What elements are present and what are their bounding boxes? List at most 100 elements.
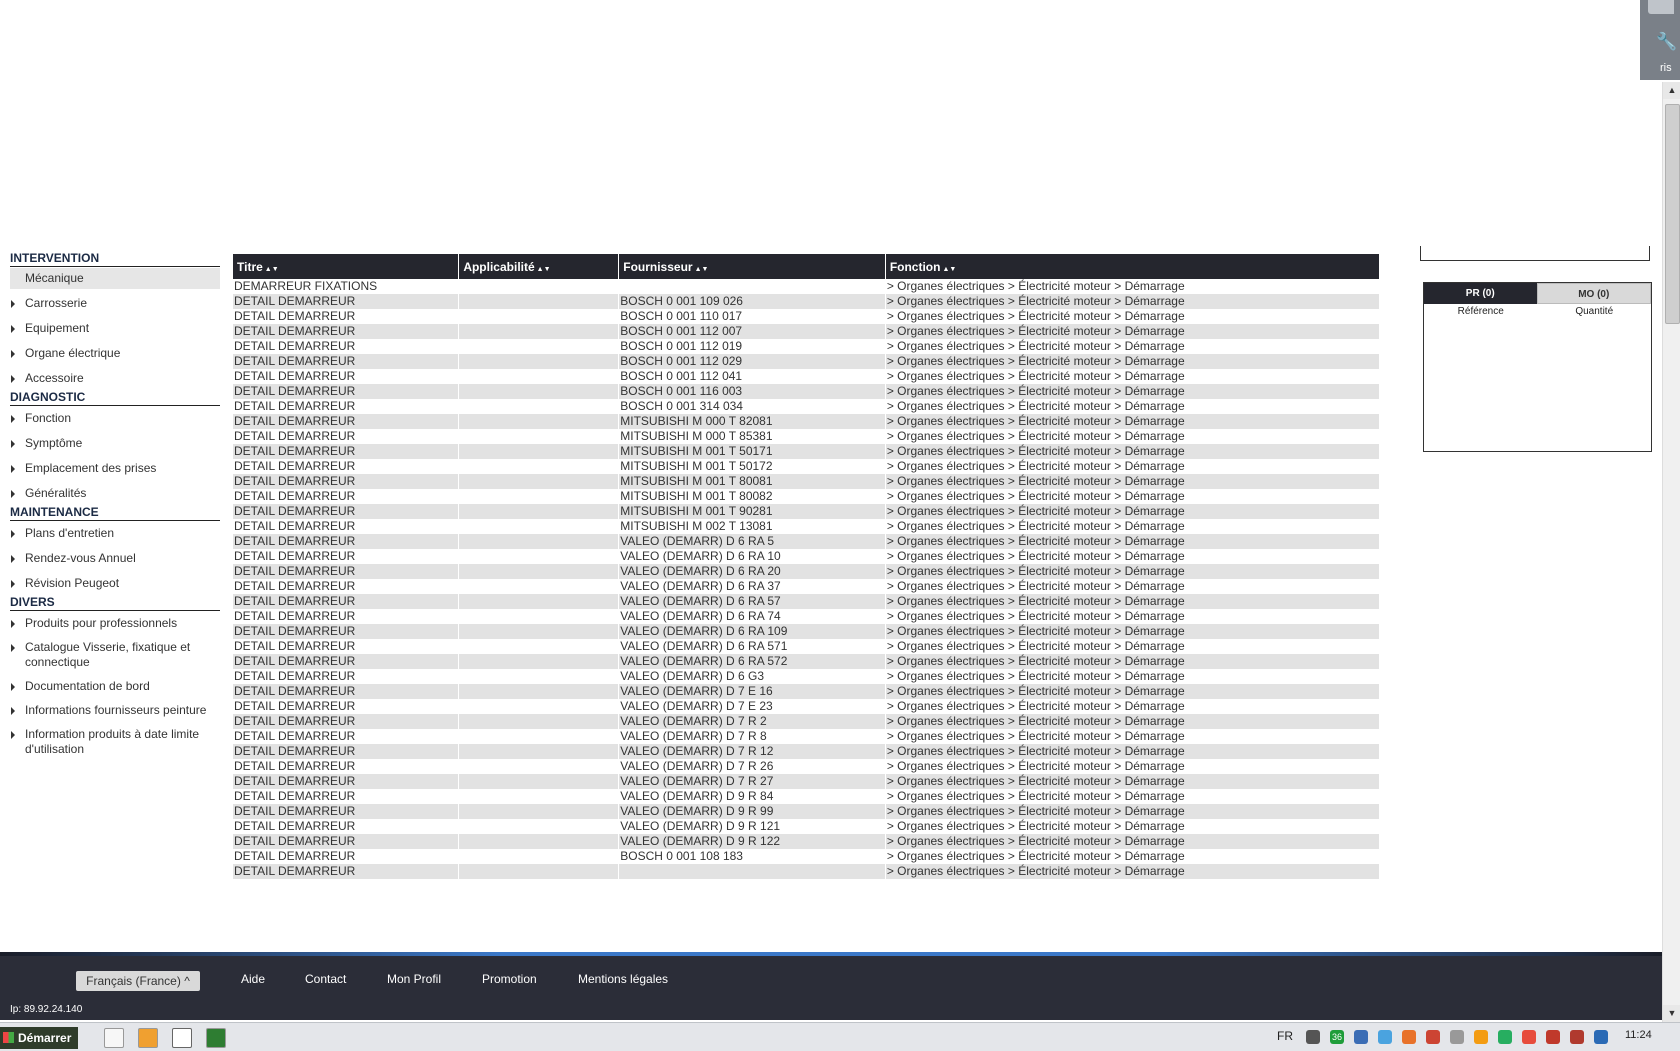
table-row[interactable]: DETAIL DEMARREUR BOSCH 0 001 112 019 > Org… bbox=[233, 339, 1381, 354]
table-row[interactable]: DETAIL DEMARREUR MITSUBISHI M 001 T 80082… bbox=[233, 489, 1381, 504]
table-row[interactable]: DEMARREUR FIXATIONS > Organes électriques… bbox=[233, 279, 1381, 294]
table-row[interactable]: DETAIL DEMARREUR VALEO (DEMARR) D 7 E 16 >… bbox=[233, 684, 1381, 699]
page-scrollbar[interactable]: ▲ ▼ bbox=[1662, 82, 1680, 1022]
browser-side-toolbar: 🔧 ris bbox=[1640, 0, 1680, 80]
table-row[interactable]: DETAIL DEMARREUR VALEO (DEMARR) D 6 RA 57… bbox=[233, 654, 1381, 669]
network-icon[interactable] bbox=[1354, 1030, 1368, 1044]
tray-language[interactable]: FR bbox=[1277, 1029, 1293, 1043]
table-row[interactable]: DETAIL DEMARREUR BOSCH 0 001 108 183 > Org… bbox=[233, 849, 1381, 864]
sidebar-item-equipement[interactable]: Equipement bbox=[10, 321, 220, 336]
footer-link-contact[interactable]: Contact bbox=[305, 972, 346, 986]
table-row[interactable]: DETAIL DEMARREUR BOSCH 0 001 112 007 > Org… bbox=[233, 324, 1381, 339]
footer-link-promotion[interactable]: Promotion bbox=[482, 972, 537, 986]
start-button[interactable]: Démarrer bbox=[0, 1027, 78, 1049]
table-row[interactable]: DETAIL DEMARREUR VALEO (DEMARR) D 6 RA 74… bbox=[233, 609, 1381, 624]
column-header-fournisseur[interactable]: Fournisseur ▲▼ bbox=[618, 254, 886, 279]
table-row[interactable]: DETAIL DEMARREUR VALEO (DEMARR) D 6 RA 37… bbox=[233, 579, 1381, 594]
sidebar-item-catalogue-visserie[interactable]: Catalogue Visserie, fixatique et connect… bbox=[10, 640, 220, 670]
tab-mo[interactable]: MO (0) bbox=[1536, 283, 1651, 304]
scroll-thumb[interactable] bbox=[1665, 104, 1680, 324]
table-row[interactable]: DETAIL DEMARREUR VALEO (DEMARR) D 7 R 12 >… bbox=[233, 744, 1381, 759]
table-row[interactable]: DETAIL DEMARREUR VALEO (DEMARR) D 9 R 122… bbox=[233, 834, 1381, 849]
window-control[interactable] bbox=[1648, 0, 1674, 14]
flash-icon[interactable] bbox=[1570, 1030, 1584, 1044]
sidebar-item-plans-entretien[interactable]: Plans d'entretien bbox=[10, 526, 220, 541]
shield-icon[interactable] bbox=[1498, 1030, 1512, 1044]
explorer-icon[interactable] bbox=[104, 1028, 124, 1048]
table-row[interactable]: DETAIL DEMARREUR VALEO (DEMARR) D 6 G3 > O… bbox=[233, 669, 1381, 684]
table-row[interactable]: DETAIL DEMARREUR MITSUBISHI M 001 T 90281… bbox=[233, 504, 1381, 519]
media-player-icon[interactable] bbox=[138, 1028, 158, 1048]
sort-arrows-icon[interactable]: ▲▼ bbox=[695, 266, 709, 273]
sidebar-item-revision-peugeot[interactable]: Révision Peugeot bbox=[10, 576, 220, 591]
pdf-icon[interactable] bbox=[1546, 1030, 1560, 1044]
table-row[interactable]: DETAIL DEMARREUR VALEO (DEMARR) D 7 E 23 >… bbox=[233, 699, 1381, 714]
sidebar-item-generalites[interactable]: Généralités bbox=[10, 486, 220, 501]
table-row[interactable]: DETAIL DEMARREUR MITSUBISHI M 001 T 50171… bbox=[233, 444, 1381, 459]
sidebar-item-emplacement-prises[interactable]: Emplacement des prises bbox=[10, 461, 220, 476]
table-row[interactable]: DETAIL DEMARREUR BOSCH 0 001 112 029 > Org… bbox=[233, 354, 1381, 369]
table-row[interactable]: DETAIL DEMARREUR VALEO (DEMARR) D 7 R 8 > … bbox=[233, 729, 1381, 744]
sidebar-item-produits-professionnels[interactable]: Produits pour professionnels bbox=[10, 616, 220, 631]
column-header-titre[interactable]: Titre ▲▼ bbox=[233, 254, 460, 279]
table-row[interactable]: DETAIL DEMARREUR VALEO (DEMARR) D 6 RA 20… bbox=[233, 564, 1381, 579]
table-row[interactable]: DETAIL DEMARREUR MITSUBISHI M 000 T 85381… bbox=[233, 429, 1381, 444]
chrome-icon[interactable] bbox=[172, 1028, 192, 1048]
sidebar-item-accessoire[interactable]: Accessoire bbox=[10, 371, 220, 386]
excel-icon[interactable] bbox=[206, 1028, 226, 1048]
power-icon[interactable] bbox=[1594, 1030, 1608, 1044]
sync-icon[interactable] bbox=[1378, 1030, 1392, 1044]
cell-fournisseur bbox=[618, 279, 886, 294]
footer-link-aide[interactable]: Aide bbox=[241, 972, 265, 986]
volume-icon[interactable] bbox=[1306, 1030, 1320, 1044]
table-row[interactable]: DETAIL DEMARREUR VALEO (DEMARR) D 6 RA 5 >… bbox=[233, 534, 1381, 549]
table-row[interactable]: DETAIL DEMARREUR MITSUBISHI M 001 T 50172… bbox=[233, 459, 1381, 474]
scroll-down-arrow-icon[interactable]: ▼ bbox=[1663, 1005, 1680, 1022]
sidebar-item-rendez-vous-annuel[interactable]: Rendez-vous Annuel bbox=[10, 551, 220, 566]
table-row[interactable]: DETAIL DEMARREUR VALEO (DEMARR) D 7 R 2 > … bbox=[233, 714, 1381, 729]
update-icon[interactable] bbox=[1474, 1030, 1488, 1044]
table-row[interactable]: DETAIL DEMARREUR BOSCH 0 001 109 026 > Org… bbox=[233, 294, 1381, 309]
sort-arrows-icon[interactable]: ▲▼ bbox=[537, 266, 551, 273]
tray-badge-icon[interactable]: 36 bbox=[1330, 1030, 1344, 1044]
table-row[interactable]: DETAIL DEMARREUR BOSCH 0 001 116 003 > Org… bbox=[233, 384, 1381, 399]
scroll-up-arrow-icon[interactable]: ▲ bbox=[1663, 82, 1680, 99]
footer-link-mon-profil[interactable]: Mon Profil bbox=[387, 972, 441, 986]
sort-arrows-icon[interactable]: ▲▼ bbox=[265, 266, 279, 273]
table-row[interactable]: DETAIL DEMARREUR BOSCH 0 001 314 034 > Org… bbox=[233, 399, 1381, 414]
sidebar-item-organe-electrique[interactable]: Organe électrique bbox=[10, 346, 220, 361]
speaker-icon[interactable] bbox=[1450, 1030, 1464, 1044]
table-row[interactable]: DETAIL DEMARREUR BOSCH 0 001 110 017 > Org… bbox=[233, 309, 1381, 324]
table-row[interactable]: DETAIL DEMARREUR VALEO (DEMARR) D 7 R 26 >… bbox=[233, 759, 1381, 774]
table-row[interactable]: DETAIL DEMARREUR MITSUBISHI M 000 T 82081… bbox=[233, 414, 1381, 429]
table-row[interactable]: DETAIL DEMARREUR VALEO (DEMARR) D 6 RA 57… bbox=[233, 594, 1381, 609]
alert-icon[interactable] bbox=[1426, 1030, 1440, 1044]
sidebar-item-carrosserie[interactable]: Carrosserie bbox=[10, 296, 220, 311]
table-row[interactable]: DETAIL DEMARREUR VALEO (DEMARR) D 9 R 121… bbox=[233, 819, 1381, 834]
language-select[interactable]: Français (France) ^ bbox=[76, 971, 200, 991]
table-row[interactable]: DETAIL DEMARREUR MITSUBISHI M 002 T 13081… bbox=[233, 519, 1381, 534]
footer-link-mentions-legales[interactable]: Mentions légales bbox=[578, 972, 668, 986]
table-row[interactable]: DETAIL DEMARREUR MITSUBISHI M 001 T 80081… bbox=[233, 474, 1381, 489]
sidebar-item-fournisseurs-peinture[interactable]: Informations fournisseurs peinture bbox=[10, 703, 220, 718]
sort-arrows-icon[interactable]: ▲▼ bbox=[942, 266, 956, 273]
sidebar-item-fonction[interactable]: Fonction bbox=[10, 411, 220, 426]
sidebar-item-mecanique[interactable]: Mécanique bbox=[10, 268, 220, 289]
table-row[interactable]: DETAIL DEMARREUR VALEO (DEMARR) D 6 RA 10… bbox=[233, 624, 1381, 639]
table-row[interactable]: DETAIL DEMARREUR VALEO (DEMARR) D 7 R 27 >… bbox=[233, 774, 1381, 789]
tools-icon[interactable]: 🔧 bbox=[1656, 32, 1677, 52]
sidebar-item-documentation-bord[interactable]: Documentation de bord bbox=[10, 679, 220, 694]
sidebar-item-produits-date-limite[interactable]: Information produits à date limite d'uti… bbox=[10, 727, 220, 757]
security-icon[interactable] bbox=[1402, 1030, 1416, 1044]
table-row[interactable]: DETAIL DEMARREUR VALEO (DEMARR) D 6 RA 57… bbox=[233, 639, 1381, 654]
table-row[interactable]: DETAIL DEMARREUR VALEO (DEMARR) D 9 R 99 >… bbox=[233, 804, 1381, 819]
remove-device-icon[interactable] bbox=[1522, 1030, 1536, 1044]
table-row[interactable]: DETAIL DEMARREUR VALEO (DEMARR) D 9 R 84 >… bbox=[233, 789, 1381, 804]
sidebar-item-symptome[interactable]: Symptôme bbox=[10, 436, 220, 451]
table-row[interactable]: DETAIL DEMARREUR VALEO (DEMARR) D 6 RA 10… bbox=[233, 549, 1381, 564]
column-header-fonction[interactable]: Fonction ▲▼ bbox=[885, 254, 1381, 279]
table-row[interactable]: DETAIL DEMARREUR BOSCH 0 001 112 041 > Org… bbox=[233, 369, 1381, 384]
tab-pr[interactable]: PR (0) bbox=[1424, 283, 1537, 304]
table-row[interactable]: DETAIL DEMARREUR > Organes électriques > … bbox=[233, 864, 1381, 879]
column-header-applicabilite[interactable]: Applicabilité ▲▼ bbox=[458, 254, 620, 279]
